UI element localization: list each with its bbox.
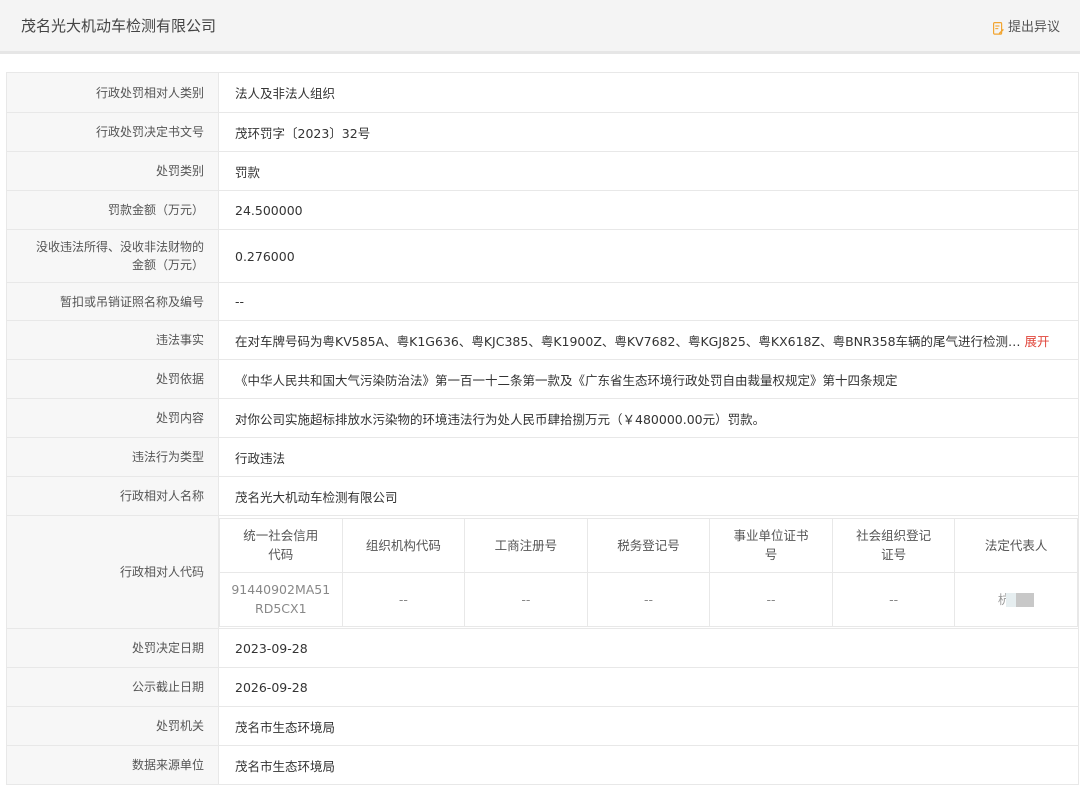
row-value: 茂名光大机动车检测有限公司 — [218, 476, 1079, 516]
expand-link[interactable]: 展开 — [1025, 334, 1050, 349]
row-value: 24.500000 — [218, 190, 1079, 230]
table-row: 处罚决定日期 2023-09-28 — [6, 628, 1079, 668]
edit-document-icon — [992, 21, 1004, 35]
row-value: 2023-09-28 — [218, 628, 1079, 668]
row-label: 行政相对人代码 — [6, 515, 219, 629]
redaction-block — [1006, 593, 1035, 607]
header-credit-code: 统一社会信用 代码 — [219, 517, 343, 573]
party-code-cell: 统一社会信用 代码 组织机构代码 工商注册号 税务登记号 事业单位证书号 社会组织… — [218, 515, 1079, 629]
table-row: 处罚内容 对你公司实施超标排放水污染物的环境违法行为处人民币肆拾捌万元（￥480… — [6, 398, 1079, 438]
table-row: 罚款金额（万元） 24.500000 — [6, 190, 1079, 230]
table-row: 公示截止日期 2026-09-28 — [6, 667, 1079, 707]
row-label: 违法行为类型 — [6, 437, 219, 477]
row-value: 罚款 — [218, 151, 1079, 191]
row-label: 违法事实 — [6, 320, 219, 360]
header-business-reg: 工商注册号 — [464, 517, 588, 573]
value-credit-code: 91440902MA51 RD5CX1 — [219, 571, 343, 627]
table-row: 处罚依据 《中华人民共和国大气污染防治法》第一百一十二条第一款及《广东省生态环境… — [6, 359, 1079, 399]
penalty-detail-table: 行政处罚相对人类别 法人及非法人组织 行政处罚决定书文号 茂环罚字〔2023〕3… — [6, 72, 1079, 785]
party-code-table: 统一社会信用 代码 组织机构代码 工商注册号 税务登记号 事业单位证书号 社会组织… — [219, 517, 1078, 627]
row-value: 行政违法 — [218, 437, 1079, 477]
page-header: 茂名光大机动车检测有限公司 提出异议 — [0, 0, 1080, 54]
row-value: -- — [218, 282, 1079, 321]
row-label: 没收违法所得、没收非法财物的 金额（万元） — [6, 229, 219, 283]
value-social-org-cert: -- — [831, 571, 956, 627]
row-label: 处罚决定日期 — [6, 628, 219, 668]
row-label: 暂扣或吊销证照名称及编号 — [6, 282, 219, 321]
row-label: 处罚类别 — [6, 151, 219, 191]
table-row: 行政相对人名称 茂名光大机动车检测有限公司 — [6, 476, 1079, 516]
row-label: 处罚依据 — [6, 359, 219, 399]
row-label: 行政相对人名称 — [6, 476, 219, 516]
value-tax-reg: -- — [586, 571, 711, 627]
table-row: 行政处罚决定书文号 茂环罚字〔2023〕32号 — [6, 112, 1079, 152]
row-label-line1: 没收违法所得、没收非法财物的 — [35, 240, 204, 254]
row-label-line2: 金额（万元） — [131, 258, 204, 272]
row-value: 茂名市生态环境局 — [218, 745, 1079, 785]
row-label: 公示截止日期 — [6, 667, 219, 707]
value-legal-rep: 杭 — [954, 571, 1078, 627]
header-social-org-cert: 社会组织登记 证号 — [831, 517, 956, 573]
facts-text: 在对车牌号码为粤KV585A、粤K1G636、粤KJC385、粤K1900Z、粤… — [235, 333, 1021, 349]
row-value: 2026-09-28 — [218, 667, 1079, 707]
header-institution-cert: 事业单位证书号 — [709, 517, 833, 573]
row-value: 《中华人民共和国大气污染防治法》第一百一十二条第一款及《广东省生态环境行政处罚自… — [218, 359, 1079, 399]
raise-objection-label: 提出异议 — [1007, 20, 1060, 35]
table-row: 违法行为类型 行政违法 — [6, 437, 1079, 477]
party-code-header-row: 统一社会信用 代码 组织机构代码 工商注册号 税务登记号 事业单位证书号 社会组织… — [219, 517, 1078, 573]
table-row: 暂扣或吊销证照名称及编号 -- — [6, 282, 1079, 321]
row-value: 茂名市生态环境局 — [218, 706, 1079, 746]
row-label: 处罚内容 — [6, 398, 219, 438]
table-row: 处罚类别 罚款 — [6, 151, 1079, 191]
row-value: 在对车牌号码为粤KV585A、粤K1G636、粤KJC385、粤K1900Z、粤… — [218, 320, 1079, 360]
value-org-code: -- — [341, 571, 466, 627]
table-row: 处罚机关 茂名市生态环境局 — [6, 706, 1079, 746]
value-institution-cert: -- — [709, 571, 833, 627]
row-label: 罚款金额（万元） — [6, 190, 219, 230]
header-legal-rep: 法定代表人 — [954, 517, 1078, 573]
table-row: 违法事实 在对车牌号码为粤KV585A、粤K1G636、粤KJC385、粤K19… — [6, 320, 1079, 360]
row-value: 法人及非法人组织 — [218, 72, 1079, 113]
header-tax-reg: 税务登记号 — [586, 517, 711, 573]
party-code-value-row: 91440902MA51 RD5CX1 -- -- -- -- -- 杭 — [219, 571, 1078, 627]
row-label: 数据来源单位 — [6, 745, 219, 785]
row-label: 行政处罚相对人类别 — [6, 72, 219, 113]
row-value: 对你公司实施超标排放水污染物的环境违法行为处人民币肆拾捌万元（￥480000.0… — [218, 398, 1079, 438]
table-row: 行政相对人代码 统一社会信用 代码 组织机构代码 工商注册号 税务登记号 事业单位… — [6, 515, 1079, 629]
table-row: 行政处罚相对人类别 法人及非法人组织 — [6, 72, 1079, 113]
row-label: 行政处罚决定书文号 — [6, 112, 219, 152]
raise-objection-button[interactable]: 提出异议 — [992, 19, 1060, 37]
row-label: 处罚机关 — [6, 706, 219, 746]
company-title: 茂名光大机动车检测有限公司 — [21, 17, 217, 35]
table-row: 数据来源单位 茂名市生态环境局 — [6, 745, 1079, 785]
row-value: 茂环罚字〔2023〕32号 — [218, 112, 1079, 152]
table-row: 没收违法所得、没收非法财物的 金额（万元） 0.276000 — [6, 229, 1079, 283]
row-value: 0.276000 — [218, 229, 1079, 283]
header-org-code: 组织机构代码 — [341, 517, 466, 573]
value-business-reg: -- — [464, 571, 588, 627]
